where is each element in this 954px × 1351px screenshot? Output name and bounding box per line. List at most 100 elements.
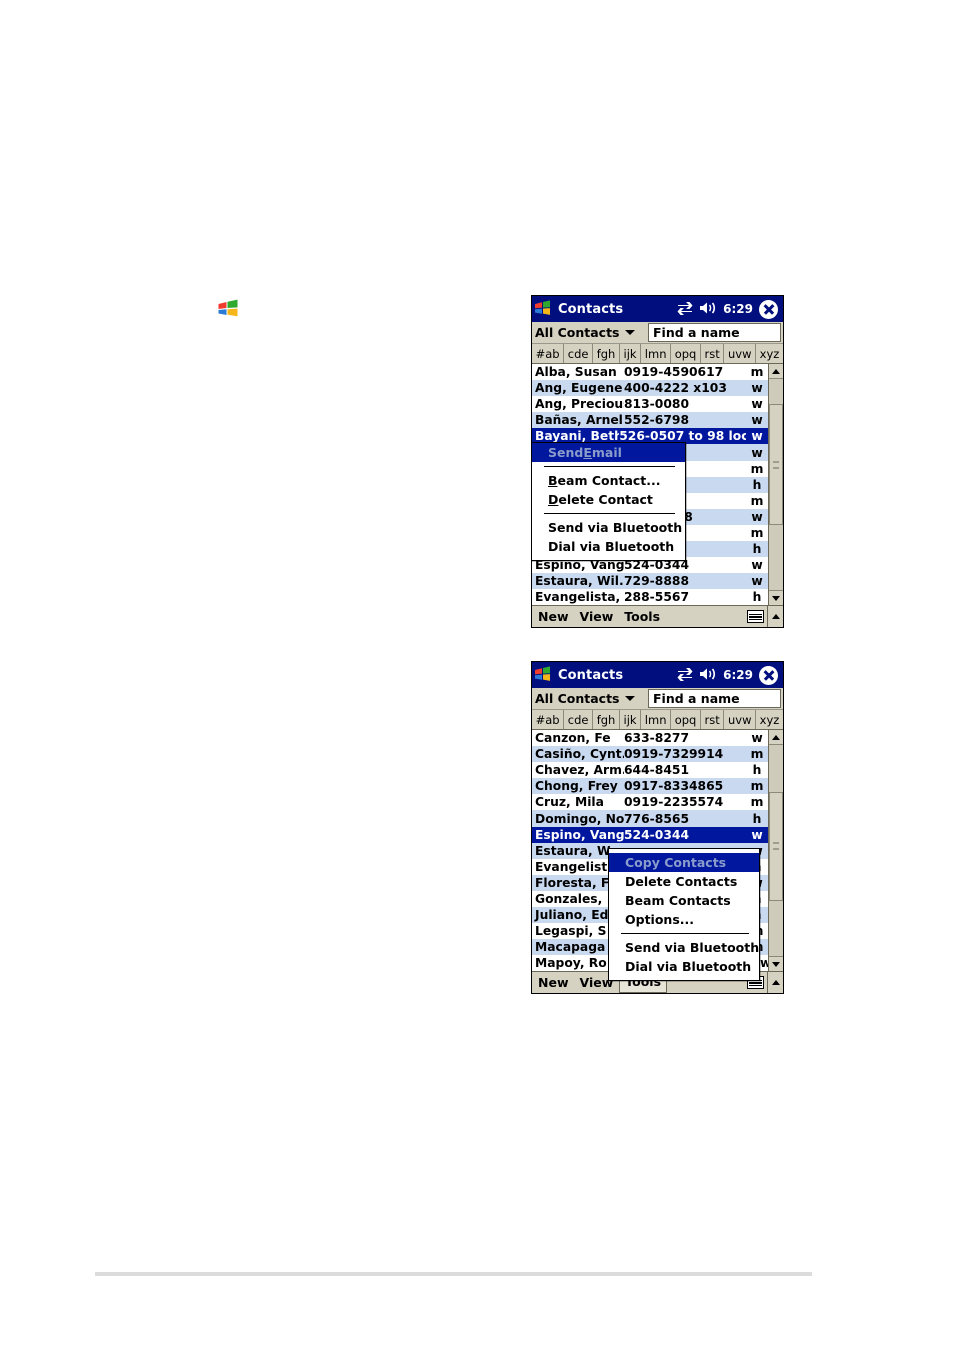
contact-name: Alba, Susan	[535, 365, 617, 380]
alpha-tab-opq[interactable]: opq	[671, 710, 701, 729]
table-row[interactable]: Chong, Frey 0917-8334865 m	[532, 778, 768, 795]
chevron-up-icon[interactable]	[767, 972, 783, 994]
category-dropdown-label[interactable]: All Contacts	[532, 325, 620, 340]
keyboard-icon[interactable]	[747, 610, 764, 624]
table-row[interactable]: Evangelista, ...288-5567 h	[532, 589, 768, 606]
menu-item-beam-contacts[interactable]: Beam Contacts	[609, 891, 759, 910]
table-row[interactable]: Espino, Vangie524-0344 w	[532, 826, 768, 843]
speaker-icon[interactable]	[699, 300, 717, 319]
menu-item-beam-contact[interactable]: Beam Contact...	[532, 471, 685, 490]
titlebar-status-icons: 6:29	[677, 299, 780, 319]
table-row[interactable]: Estaura, Wil... 729-8888 w	[532, 573, 768, 590]
menu-item-send-email[interactable]: Send Email	[532, 443, 685, 462]
vertical-scrollbar[interactable]	[768, 730, 783, 972]
table-row[interactable]: Canzon, Fe 633-8277 w	[532, 730, 768, 747]
table-row[interactable]: Cruz, Mila 0919-2235574 m	[532, 794, 768, 811]
table-row[interactable]: Bañas, Arnel 552-6798 w	[532, 412, 768, 429]
category-dropdown-label[interactable]: All Contacts	[532, 691, 620, 706]
contact-phone-type: m	[750, 779, 764, 794]
scrollbar-thumb[interactable]	[769, 404, 783, 525]
vertical-scrollbar[interactable]	[768, 364, 783, 606]
speaker-icon[interactable]	[699, 666, 717, 685]
table-row[interactable]: Domingo, No...776-8565 h	[532, 810, 768, 827]
alpha-tab-fgh[interactable]: fgh	[593, 344, 620, 363]
menu-item-copy-contacts[interactable]: Copy Contacts	[609, 853, 759, 872]
alpha-tab-ijk[interactable]: ijk	[619, 710, 642, 729]
alpha-tab-xyz[interactable]: xyz	[756, 344, 783, 363]
start-menu-windows-icon[interactable]	[535, 666, 554, 684]
scroll-down-arrow-icon[interactable]	[769, 590, 783, 606]
new-button[interactable]: New	[533, 974, 574, 992]
alpha-tab-lmn[interactable]: lmn	[641, 344, 672, 363]
alphabet-index-tabs: #ab cde fgh ijk lmn opq rst uvw xyz	[532, 344, 783, 364]
alpha-tab-hashab[interactable]: #ab	[532, 710, 565, 729]
alpha-tab-fgh[interactable]: fgh	[593, 710, 620, 729]
contact-phone-type: m	[750, 461, 764, 476]
menu-item-send-via-bluetooth[interactable]: Send via Bluetooth	[609, 938, 759, 957]
search-input[interactable]: Find a name	[648, 323, 781, 342]
close-icon[interactable]	[759, 665, 778, 685]
contact-phone-type: w	[751, 558, 763, 573]
contact-phone-type: w	[751, 574, 763, 589]
view-button[interactable]: View	[575, 608, 619, 626]
contact-phone: 776-8565	[624, 811, 689, 826]
table-row[interactable]: Ang, Eugene 400-4222 x103 w	[532, 380, 768, 397]
menu-item-options[interactable]: Options...	[609, 910, 759, 929]
sync-arrows-icon[interactable]	[677, 300, 693, 319]
contact-phone-type: m	[750, 493, 764, 508]
alpha-tab-ijk[interactable]: ijk	[619, 344, 642, 363]
search-input[interactable]: Find a name	[648, 689, 781, 708]
menu-separator	[544, 466, 675, 467]
contact-name: Ang, Eugene	[535, 381, 623, 396]
alpha-tab-xyz[interactable]: xyz	[756, 710, 783, 729]
menu-item-send-via-bluetooth[interactable]: Send via Bluetooth	[532, 518, 685, 537]
chevron-up-icon[interactable]	[767, 606, 783, 628]
titlebar: Contacts 6:29	[532, 296, 783, 322]
scroll-down-arrow-icon[interactable]	[769, 956, 783, 972]
contact-phone-type: h	[752, 811, 762, 826]
start-menu-windows-icon[interactable]	[535, 300, 554, 318]
scrollbar-track[interactable]	[769, 745, 783, 957]
alpha-tab-rst[interactable]: rst	[700, 710, 725, 729]
table-row[interactable]: Chavez, Arm...644-8451 h	[532, 762, 768, 779]
menu-item-delete-contacts[interactable]: Delete Contacts	[609, 872, 759, 891]
scrollbar-thumb[interactable]	[769, 791, 783, 902]
alpha-tab-lmn[interactable]: lmn	[641, 710, 672, 729]
menu-item-dial-via-bluetooth[interactable]: Dial via Bluetooth	[532, 537, 685, 556]
contact-name: Bañas, Arnel	[535, 413, 623, 428]
alpha-tab-rst[interactable]: rst	[700, 344, 725, 363]
contact-phone-type: m	[750, 795, 764, 810]
new-button[interactable]: New	[533, 608, 574, 626]
table-row[interactable]: Alba, Susan 0919-4590617 m	[532, 364, 768, 381]
contact-phone: 813-0080	[624, 397, 689, 412]
tools-menu[interactable]: Copy Contacts Delete Contacts Beam Contact…	[608, 848, 760, 981]
scrollbar-track[interactable]	[769, 379, 783, 591]
alpha-tab-cde[interactable]: cde	[564, 344, 594, 363]
clock-time[interactable]: 6:29	[723, 302, 753, 316]
alpha-tab-uvw[interactable]: uvw	[724, 344, 757, 363]
scroll-up-arrow-icon[interactable]	[769, 364, 783, 379]
chevron-down-icon[interactable]	[624, 330, 635, 335]
table-row[interactable]: Casiño, Cynt...0919-7329914 m	[532, 746, 768, 763]
contact-phone: 400-4222 x103	[624, 381, 727, 396]
contact-phone: 633-8277	[624, 731, 689, 746]
clock-time[interactable]: 6:29	[723, 668, 753, 682]
sync-arrows-icon[interactable]	[677, 666, 693, 685]
contact-name: Chong, Frey	[535, 779, 618, 794]
menu-item-delete-contact[interactable]: Delete Contact	[532, 490, 685, 509]
alpha-tab-hashab[interactable]: #ab	[532, 344, 565, 363]
table-row[interactable]: Ang, Precious 813-0080 w	[532, 396, 768, 413]
page-footer-rule	[95, 1272, 812, 1276]
close-icon[interactable]	[759, 299, 778, 319]
alpha-tab-cde[interactable]: cde	[564, 710, 594, 729]
tools-button[interactable]: Tools	[619, 608, 665, 626]
contact-phone-type: h	[752, 477, 762, 492]
chevron-down-icon[interactable]	[624, 696, 635, 701]
alpha-tab-uvw[interactable]: uvw	[724, 710, 757, 729]
alpha-tab-opq[interactable]: opq	[671, 344, 701, 363]
contact-name: Espino, Vangie	[535, 827, 624, 842]
menu-item-dial-via-bluetooth[interactable]: Dial via Bluetooth	[609, 957, 759, 976]
contact-context-menu[interactable]: Send Email Beam Contact... Delete Contact S…	[531, 442, 686, 561]
window-title: Contacts	[558, 301, 624, 317]
scroll-up-arrow-icon[interactable]	[769, 730, 783, 745]
